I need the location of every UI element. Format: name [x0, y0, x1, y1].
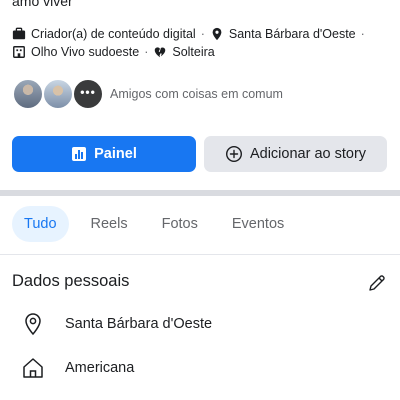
- detail-hometown-text: Americana: [65, 360, 135, 376]
- building-icon: [12, 45, 26, 59]
- work-text: Criador(a) de conteúdo digital: [31, 27, 196, 41]
- tab-reels[interactable]: Reels: [79, 206, 140, 242]
- more-dots: •••: [80, 85, 96, 99]
- mutual-friends-row[interactable]: ••• Amigos com coisas em comum: [12, 78, 283, 110]
- location-text: Santa Bárbara d'Oeste: [228, 27, 356, 41]
- location-pin-icon: [20, 311, 46, 337]
- tab-eventos[interactable]: Eventos: [220, 206, 296, 242]
- pencil-edit-icon[interactable]: [366, 272, 388, 294]
- briefcase-icon: [12, 27, 26, 41]
- plus-circle-icon: [225, 145, 243, 163]
- bar-chart-icon: [71, 146, 87, 162]
- detail-hometown: Americana: [20, 355, 134, 381]
- relationship-text: Solteira: [172, 45, 215, 59]
- bio-text: amo viver: [12, 0, 73, 9]
- tabs-divider: [0, 254, 400, 255]
- location-pin-icon: [210, 27, 224, 41]
- separator: ·: [360, 27, 365, 41]
- avatar-more[interactable]: •••: [72, 78, 104, 110]
- tab-fotos[interactable]: Fotos: [150, 206, 210, 242]
- mutual-friends-label[interactable]: Amigos com coisas em comum: [110, 87, 283, 101]
- add-to-story-button[interactable]: Adicionar ao story: [204, 136, 387, 172]
- broken-heart-icon: [153, 45, 167, 59]
- info-line-company-status: Olho Vivo sudoeste · Solteira: [12, 45, 215, 59]
- add-to-story-label: Adicionar ao story: [249, 146, 367, 162]
- painel-label: Painel: [94, 146, 137, 162]
- section-divider: [0, 190, 400, 196]
- detail-location-text: Santa Bárbara d'Oeste: [65, 316, 213, 332]
- separator: ·: [144, 45, 149, 59]
- detail-location: Santa Bárbara d'Oeste: [20, 311, 212, 337]
- info-line-work-location: Criador(a) de conteúdo digital · Santa B…: [12, 27, 370, 41]
- company-text[interactable]: Olho Vivo sudoeste: [31, 45, 139, 59]
- profile-tabs: Tudo Reels Fotos Eventos: [12, 206, 306, 242]
- avatar-stack[interactable]: •••: [12, 78, 106, 110]
- section-title-personal: Dados pessoais: [12, 272, 130, 290]
- avatar[interactable]: [12, 78, 44, 110]
- home-icon: [20, 355, 46, 381]
- painel-button[interactable]: Painel: [12, 136, 196, 172]
- separator: ·: [200, 27, 205, 41]
- tab-tudo[interactable]: Tudo: [12, 206, 69, 242]
- avatar[interactable]: [42, 78, 74, 110]
